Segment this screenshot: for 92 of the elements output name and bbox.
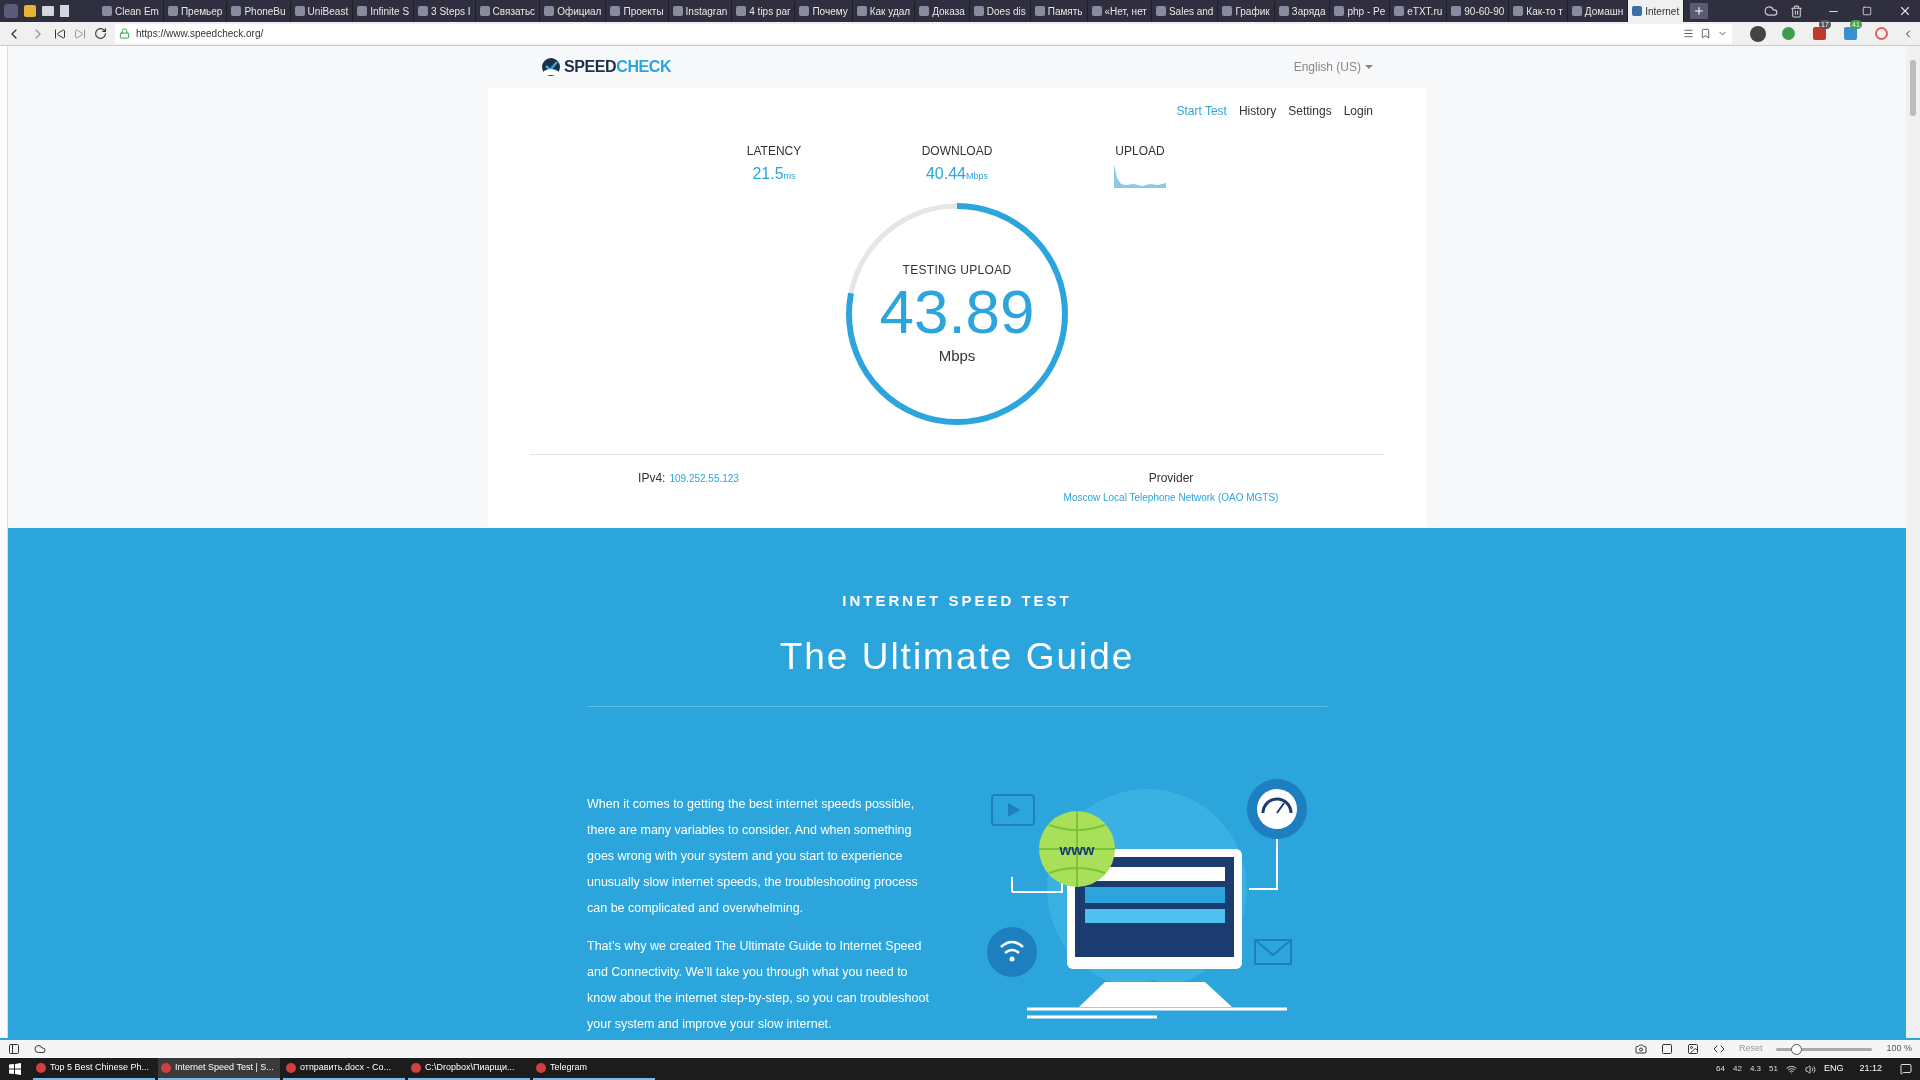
gauge-caption: TESTING UPLOAD: [902, 261, 1012, 279]
close-icon[interactable]: [1898, 4, 1912, 18]
volume-icon[interactable]: [1804, 1063, 1816, 1075]
favicon-icon: [544, 6, 555, 16]
cloud-icon[interactable]: [34, 1043, 46, 1055]
cloud-icon[interactable]: [1764, 4, 1778, 18]
clock[interactable]: 21:12: [1859, 1062, 1882, 1076]
trash-icon[interactable]: [1790, 4, 1803, 18]
favicon-icon: [357, 6, 368, 16]
favicon-icon: [1334, 6, 1345, 16]
extension-icon[interactable]: [1782, 27, 1795, 40]
favicon-icon: [1155, 6, 1166, 16]
extension-icon[interactable]: [1875, 27, 1888, 40]
favicon-icon: [1091, 6, 1102, 16]
tray-indicator[interactable]: 42: [1733, 1063, 1742, 1075]
notifications-icon[interactable]: [1900, 1063, 1912, 1075]
metric-label: DOWNLOAD: [921, 143, 993, 160]
lock-icon: [119, 28, 130, 39]
gauge-value: 43.89: [879, 278, 1035, 345]
provider-label: Provider: [1148, 470, 1194, 487]
section-title: The Ultimate Guide: [779, 634, 1135, 679]
tray-indicator[interactable]: 64: [1716, 1063, 1725, 1075]
metric-unit: Mbps: [966, 171, 989, 183]
slider-thumb[interactable]: [1790, 1043, 1802, 1055]
input-language[interactable]: ENG: [1823, 1062, 1844, 1076]
favicon-icon: [856, 6, 867, 16]
favicon-icon: [1394, 6, 1405, 16]
favicon-icon: [799, 6, 810, 16]
browser-tab[interactable]: Internet: [1628, 0, 1685, 22]
plus-icon: [1693, 5, 1706, 17]
guide-paragraph: When it comes to getting the best internet speeds possible, there are many variables to consider. And when something goes wrong with your system and you start to experience unusually slow internet speeds, the troubleshooting process can be complicated and overwhelming.: [587, 796, 919, 917]
panel-icon[interactable]: [8, 1043, 20, 1055]
image-icon[interactable]: [1686, 1043, 1699, 1055]
nav-link[interactable]: Settings: [1288, 102, 1332, 120]
provider-name: Moscow Local Telephone Network (OAO MGTS): [1063, 491, 1279, 505]
favicon-icon: [231, 6, 242, 16]
favicon-icon: [736, 6, 747, 16]
metric-unit: ms: [783, 171, 796, 183]
app-icon: [411, 1063, 421, 1073]
rewind-icon[interactable]: [54, 27, 66, 40]
url-field[interactable]: https://www.speedcheck.org/: [115, 23, 1732, 44]
section-eyebrow: INTERNET SPEED TEST: [842, 591, 1072, 611]
favicon-icon: [479, 6, 490, 16]
reload-icon[interactable]: [94, 27, 107, 40]
favicon-icon: [1632, 6, 1643, 16]
taskbar-button[interactable]: Internet Speed Test | S...: [158, 1058, 280, 1080]
favicon-icon: [672, 6, 683, 16]
maximize-icon[interactable]: [1862, 6, 1872, 16]
favicon-icon: [1451, 6, 1462, 16]
reader-icon[interactable]: [1683, 28, 1694, 39]
tray-indicator[interactable]: 51: [1769, 1063, 1778, 1075]
app-icon: [36, 1063, 46, 1073]
scrollbar[interactable]: [1906, 46, 1920, 1038]
language-dropdown[interactable]: English (US): [1293, 58, 1373, 76]
favicon-icon: [1513, 6, 1524, 16]
app-icon: [286, 1063, 296, 1073]
metric-label: LATENCY: [746, 143, 802, 160]
computer-network-drawing: www: [987, 777, 1317, 1022]
guide-paragraph: That’s why we created The Ultimate Guide to Internet Speed and Connectivity. We’ll take you through what you need to know about the internet step-by-step, so you can troubleshoot your system and improve your slow internet.: [587, 938, 930, 1033]
favicon-icon: [973, 6, 984, 16]
camera-icon[interactable]: [1634, 1043, 1647, 1055]
nav-link[interactable]: Login: [1343, 102, 1373, 120]
ip-address: 109.252.55.123: [669, 472, 739, 486]
wifi-icon[interactable]: [1785, 1063, 1797, 1075]
new-tab-button[interactable]: [1690, 3, 1709, 19]
app-icon: [161, 1063, 171, 1073]
zoom-level: 100 %: [1886, 1042, 1912, 1056]
scrollbar-thumb[interactable]: [1910, 60, 1916, 116]
gauge-unit: Mbps: [938, 345, 976, 366]
check-gauge-icon: [541, 57, 561, 77]
caret-icon: [1365, 65, 1373, 69]
metric-value: 40.44: [925, 164, 966, 184]
app-icon: [536, 1063, 546, 1073]
window-icon[interactable]: [1660, 1043, 1673, 1055]
favicon-icon: [610, 6, 621, 16]
favicon-icon: [1278, 6, 1289, 16]
favicon-icon: [167, 6, 178, 16]
metric-value: 21.5: [752, 164, 784, 184]
favicon-icon: [1034, 6, 1045, 16]
ip-label: IPv4:: [638, 470, 666, 487]
code-icon[interactable]: [1712, 1043, 1725, 1055]
metric-label: UPLOAD: [1115, 143, 1165, 160]
favicon-icon: [919, 6, 930, 16]
nav-link[interactable]: History: [1238, 102, 1277, 120]
favicon-icon: [102, 6, 112, 16]
favicon-icon: [1571, 6, 1582, 16]
tray-indicator[interactable]: 4.3: [1749, 1063, 1762, 1075]
favicon-icon: [418, 6, 429, 16]
profile-avatar[interactable]: [1750, 25, 1766, 42]
favicon-icon: [294, 6, 305, 16]
speedcheck-logo[interactable]: SPEEDCHECK: [541, 55, 672, 79]
favicon-icon: [1222, 6, 1233, 16]
